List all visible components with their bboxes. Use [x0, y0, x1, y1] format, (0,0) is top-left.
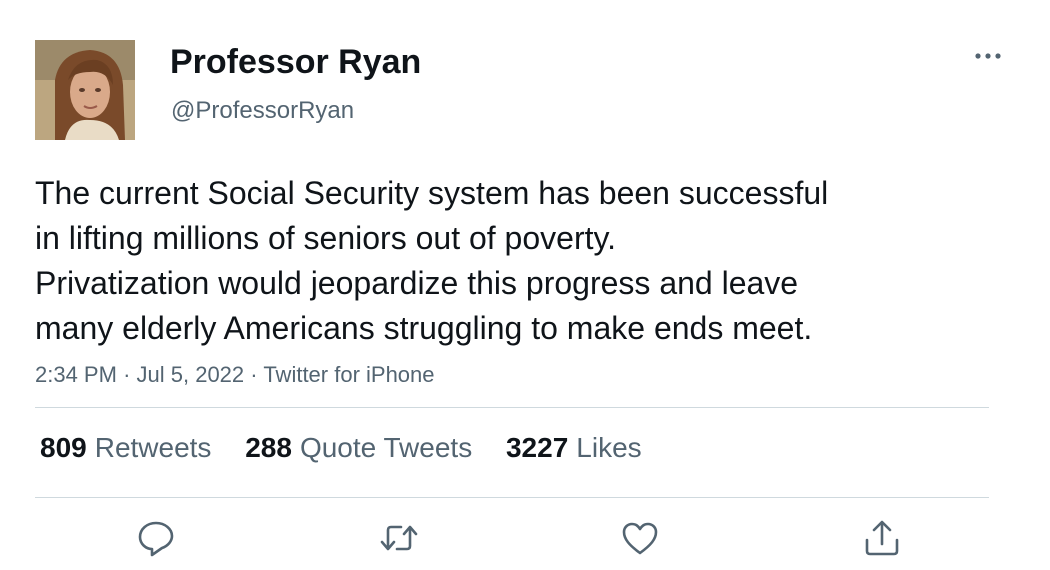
tweet-stats: 809 Retweets 288 Quote Tweets 3227 Likes: [40, 430, 668, 466]
tweet-text-line: many elderly Americans struggling to mak…: [35, 310, 813, 346]
tweet-metadata: 2:34 PM · Jul 5, 2022 · Twitter for iPho…: [35, 360, 435, 390]
retweets-stat[interactable]: 809 Retweets: [40, 430, 211, 466]
avatar-photo: [35, 40, 135, 140]
retweets-count: 809: [40, 432, 87, 463]
likes-count: 3227: [505, 432, 569, 463]
tweet-text: The current Social Security system has b…: [35, 171, 955, 351]
tweet-time[interactable]: 2:34 PM: [35, 362, 117, 387]
quote-tweets-count: 288: [245, 432, 292, 463]
like-button[interactable]: [620, 518, 660, 558]
meta-separator: ·: [250, 362, 258, 387]
tweet-source[interactable]: Twitter for iPhone: [263, 362, 434, 387]
likes-stat[interactable]: 3227 Likes: [506, 430, 642, 466]
share-button[interactable]: [862, 518, 902, 558]
share-icon: [865, 520, 899, 556]
tweet-text-line: The current Social Security system has b…: [35, 175, 829, 211]
author-handle[interactable]: @ProfessorRyan: [171, 96, 354, 126]
divider: [35, 407, 989, 408]
quote-tweets-stat[interactable]: 288 Quote Tweets: [245, 430, 472, 466]
tweet-text-line: Privatization would jeopardize this prog…: [35, 265, 799, 301]
tweet-date[interactable]: Jul 5, 2022: [137, 362, 245, 387]
reply-button[interactable]: [136, 518, 176, 558]
meta-separator: ·: [123, 362, 131, 387]
avatar[interactable]: [35, 40, 135, 140]
quote-tweets-label: Quote Tweets: [299, 432, 473, 463]
heart-icon: [622, 522, 658, 555]
likes-label: Likes: [576, 432, 642, 463]
retweet-button[interactable]: [379, 518, 419, 558]
more-options-button[interactable]: [972, 44, 1004, 68]
retweets-label: Retweets: [94, 432, 212, 463]
more-horizontal-icon: [975, 53, 1001, 59]
reply-icon: [138, 521, 174, 557]
tweet-text-line: in lifting millions of seniors out of po…: [35, 220, 616, 256]
retweet-icon: [380, 525, 418, 551]
author-display-name[interactable]: Professor Ryan: [170, 42, 421, 82]
divider: [35, 497, 989, 498]
